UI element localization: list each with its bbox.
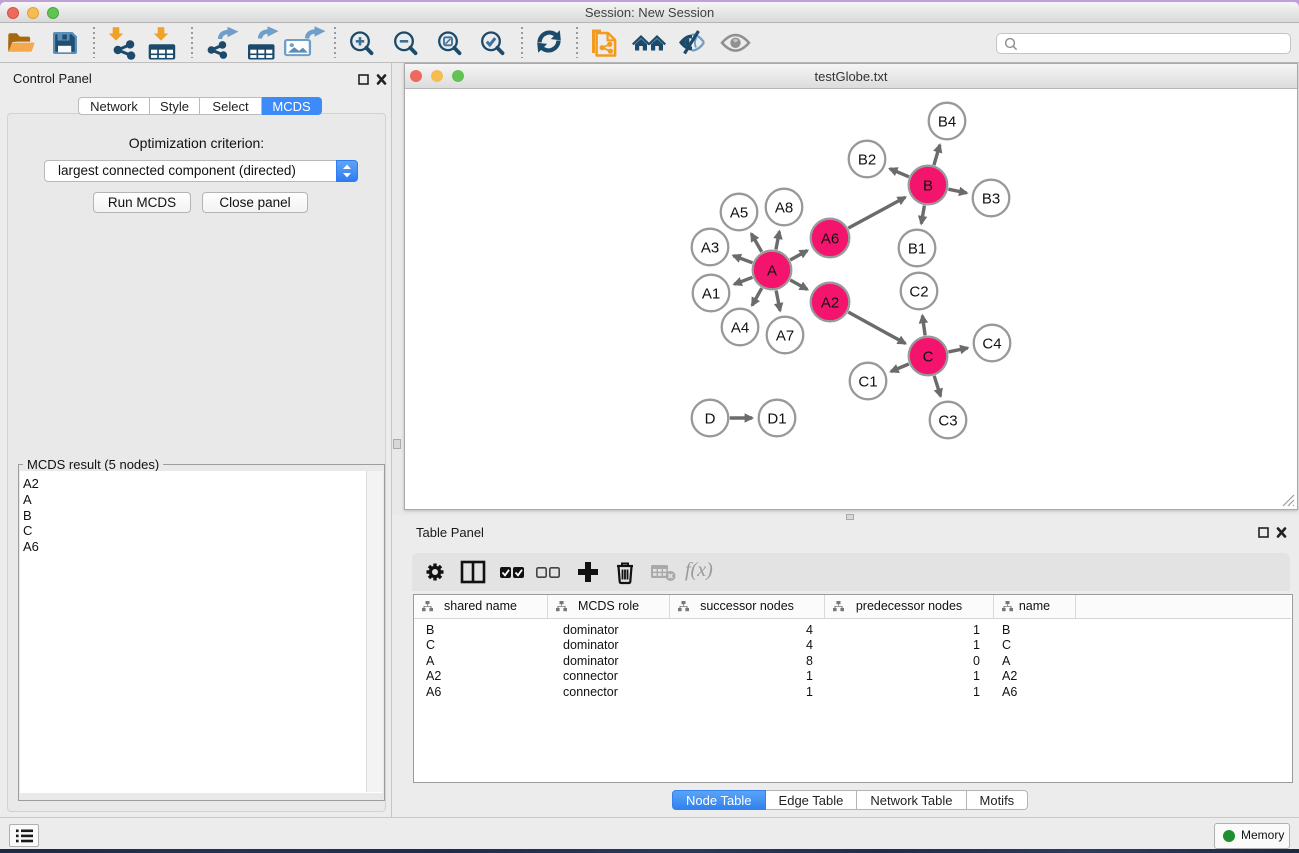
svg-text:A2: A2 <box>821 295 839 312</box>
svg-text:C2: C2 <box>909 284 928 301</box>
svg-text:B3: B3 <box>982 191 1000 208</box>
svg-text:A1: A1 <box>702 286 720 303</box>
svg-text:B: B <box>923 178 933 195</box>
svg-text:A7: A7 <box>776 328 794 345</box>
svg-text:B4: B4 <box>938 114 956 131</box>
svg-text:B2: B2 <box>858 152 876 169</box>
svg-text:C1: C1 <box>858 374 877 391</box>
svg-text:A3: A3 <box>701 240 719 257</box>
svg-text:D: D <box>705 411 716 428</box>
svg-text:C3: C3 <box>938 413 957 430</box>
svg-text:A5: A5 <box>730 205 748 222</box>
svg-text:D1: D1 <box>767 411 786 428</box>
svg-text:A6: A6 <box>821 231 839 248</box>
svg-text:A4: A4 <box>731 320 749 337</box>
svg-text:A: A <box>767 263 777 280</box>
svg-text:A8: A8 <box>775 200 793 217</box>
svg-text:C4: C4 <box>982 336 1001 353</box>
svg-text:C: C <box>923 349 934 366</box>
svg-text:B1: B1 <box>908 241 926 258</box>
